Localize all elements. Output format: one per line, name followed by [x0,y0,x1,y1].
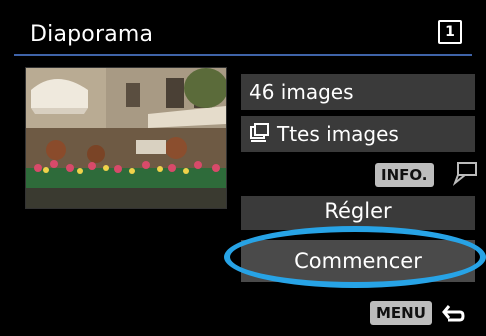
start-button[interactable]: Commencer [241,240,475,282]
image-filter-row[interactable]: Ttes images [241,116,475,152]
setup-button[interactable]: Régler [241,196,475,230]
all-images-icon [249,116,271,152]
info-badge: INFO. [375,163,434,187]
header-divider [14,54,472,56]
page-title: Diaporama [30,22,154,47]
info-menu-icon [452,161,481,189]
image-count: 46 images [249,80,354,104]
return-arrow-icon[interactable] [440,300,466,326]
menu-badge[interactable]: MENU [370,301,432,325]
page-indicator-icon: 1 [438,20,462,44]
screen-header: Diaporama 1 [0,0,486,61]
image-filter-label: Ttes images [277,122,399,146]
image-count-row: 46 images [241,74,475,110]
preview-thumbnail [25,67,227,209]
